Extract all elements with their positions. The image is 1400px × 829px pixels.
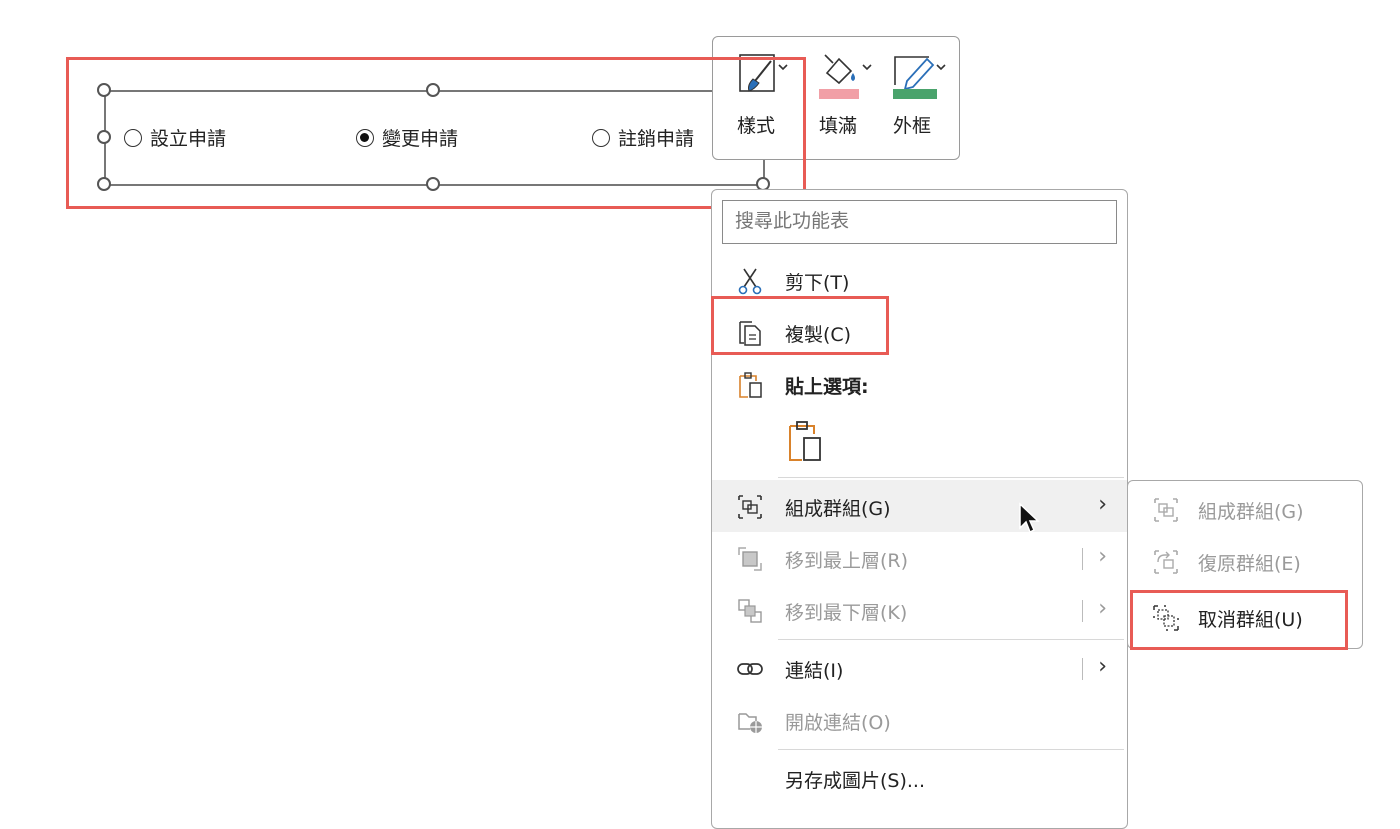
paste-options-label: 貼上選項: (785, 376, 869, 398)
submenu-divider (1082, 548, 1083, 570)
submenu-item-group-label: 組成群組(G) (1198, 501, 1304, 523)
group-icon (1154, 498, 1178, 522)
menu-item-save-as-picture-label: 另存成圖片(S)... (785, 770, 926, 792)
menu-item-bring-to-front-label: 移到最上層(R) (785, 550, 909, 572)
menu-item-open-link-label: 開啟連結(O) (785, 712, 891, 734)
menu-item-send-to-back[interactable]: 移到最下層(K) › (712, 584, 1127, 636)
menu-item-open-link[interactable]: 開啟連結(O) (712, 694, 1127, 746)
menu-item-save-as-picture[interactable]: 另存成圖片(S)... (712, 752, 1127, 804)
context-menu: 搜尋此功能表 剪下(T) 複製(C) 貼上選項: 組成群組(G) › 移到最上層… (711, 189, 1128, 829)
highlight-ungroup-item (1130, 590, 1348, 650)
menu-item-cut-label: 剪下(T) (785, 272, 850, 294)
submenu-item-group[interactable]: 組成群組(G) (1128, 483, 1362, 535)
fill-button[interactable]: 填滿 (807, 49, 872, 149)
link-icon (737, 663, 763, 675)
menu-item-group-label: 組成群組(G) (785, 498, 891, 520)
menu-separator (778, 477, 1124, 478)
group-icon (738, 495, 762, 519)
highlight-group-box (66, 57, 806, 209)
open-link-folder-icon (738, 713, 762, 733)
menu-search-input[interactable]: 搜尋此功能表 (722, 200, 1117, 244)
pen-outline-icon (893, 56, 946, 99)
submenu-divider (1082, 658, 1083, 680)
menu-item-link-label: 連結(I) (785, 660, 844, 682)
clipboard-icon (739, 372, 762, 398)
chevron-right-icon: › (1098, 596, 1107, 621)
outline-button[interactable]: 外框 (881, 49, 946, 149)
chevron-right-icon: › (1098, 492, 1107, 517)
regroup-icon (1154, 550, 1178, 574)
send-to-back-icon (738, 599, 762, 623)
menu-item-group[interactable]: 組成群組(G) › (712, 480, 1127, 532)
menu-item-link[interactable]: 連結(I) › (712, 642, 1127, 694)
scissors-icon (738, 268, 762, 295)
menu-item-send-to-back-label: 移到最下層(K) (785, 602, 908, 624)
highlight-copy-item (711, 296, 889, 355)
paint-bucket-icon (819, 54, 872, 99)
chevron-right-icon: › (1098, 544, 1107, 569)
submenu-item-regroup-label: 復原群組(E) (1198, 553, 1301, 575)
submenu-divider (1082, 600, 1083, 622)
fill-label: 填滿 (818, 115, 857, 137)
bring-to-front-icon (738, 547, 762, 571)
submenu-item-regroup[interactable]: 復原群組(E) (1128, 535, 1362, 587)
menu-separator (778, 639, 1124, 640)
menu-separator (778, 749, 1124, 750)
outline-label: 外框 (892, 115, 931, 137)
mouse-cursor-icon (1019, 502, 1040, 534)
paste-options-header: 貼上選項: (712, 358, 1127, 410)
menu-item-bring-to-front[interactable]: 移到最上層(R) › (712, 532, 1127, 584)
paste-picture-icon[interactable] (786, 420, 826, 464)
chevron-right-icon: › (1098, 654, 1107, 679)
